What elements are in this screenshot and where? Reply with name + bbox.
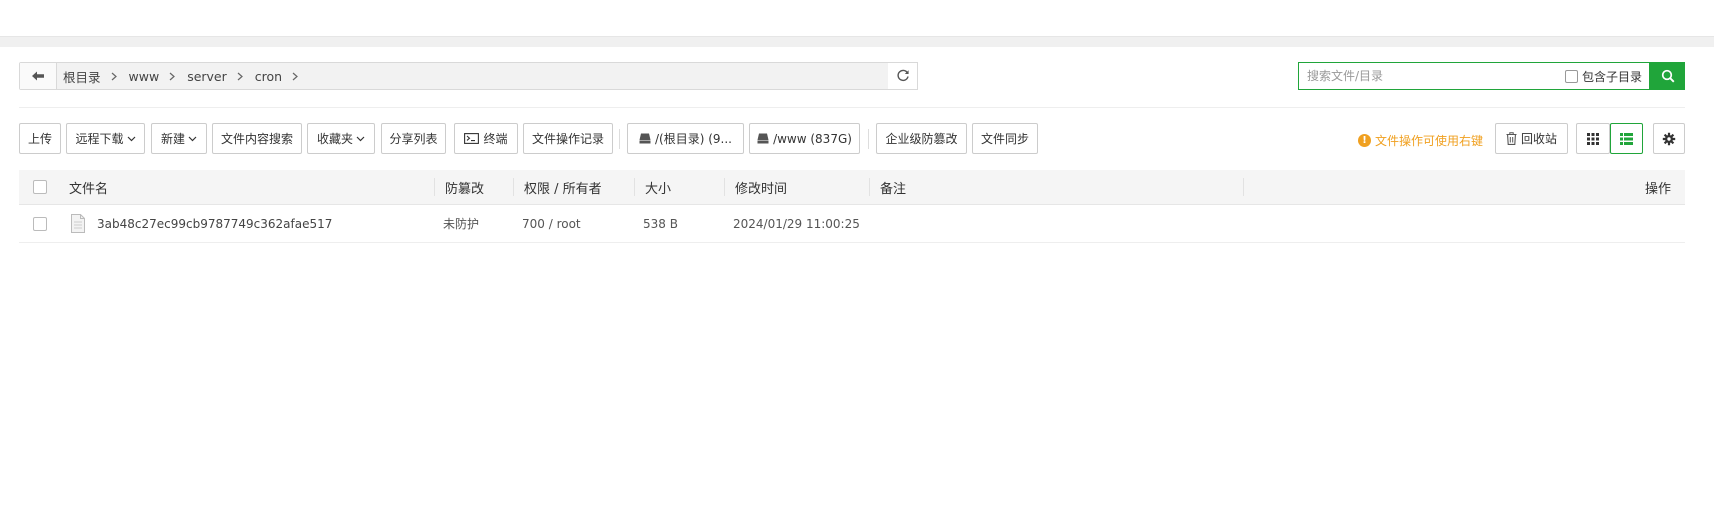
breadcrumb-item-cron[interactable]: cron bbox=[255, 69, 282, 84]
column-divider bbox=[513, 178, 514, 196]
search-button[interactable] bbox=[1650, 62, 1685, 90]
toolbar-divider bbox=[619, 129, 620, 149]
chevron-right-icon bbox=[169, 72, 176, 81]
search-box: 包含子目录 bbox=[1298, 62, 1650, 90]
breadcrumb: 根目录 www server cron bbox=[63, 63, 310, 89]
select-all-checkbox[interactable] bbox=[33, 180, 47, 194]
search-icon bbox=[1661, 69, 1674, 83]
remote-download-button[interactable]: 远程下载 bbox=[66, 123, 145, 154]
upload-button[interactable]: 上传 bbox=[19, 123, 61, 154]
new-label: 新建 bbox=[160, 132, 185, 146]
grid-view-button[interactable] bbox=[1576, 123, 1610, 154]
table-row[interactable]: 3ab48c27ec99cb9787749c362afae517 未防护 700… bbox=[19, 205, 1685, 243]
include-subdir-toggle[interactable]: 包含子目录 bbox=[1565, 63, 1642, 89]
chevron-down-icon bbox=[356, 136, 365, 142]
file-manager-panel: 根目录 www server cron 包含子目录 上传 远程下载 新建 文件内… bbox=[0, 47, 1714, 520]
file-icon bbox=[71, 214, 85, 236]
settings-button[interactable] bbox=[1653, 123, 1685, 154]
share-list-button[interactable]: 分享列表 bbox=[381, 123, 446, 154]
new-button[interactable]: 新建 bbox=[151, 123, 207, 154]
column-divider bbox=[634, 178, 635, 196]
column-divider bbox=[434, 178, 435, 196]
upload-label: 上传 bbox=[27, 132, 52, 146]
file-protect-status[interactable]: 未防护 bbox=[443, 205, 479, 242]
list-icon bbox=[1620, 132, 1633, 145]
recycle-bin-button[interactable]: 回收站 bbox=[1495, 123, 1568, 154]
column-protect[interactable]: 防篡改 bbox=[445, 170, 484, 204]
disk-www-label: /www (837G) bbox=[773, 131, 852, 146]
tamper-proof-button[interactable]: 企业级防篡改 bbox=[876, 123, 967, 154]
column-divider bbox=[869, 178, 870, 196]
recycle-bin-label: 回收站 bbox=[1520, 132, 1557, 146]
chevron-right-icon bbox=[237, 72, 243, 81]
disk-icon bbox=[639, 133, 651, 144]
terminal-label: 终端 bbox=[483, 132, 508, 146]
back-button[interactable] bbox=[20, 63, 57, 89]
terminal-icon bbox=[464, 133, 480, 144]
row-checkbox[interactable] bbox=[33, 217, 47, 231]
file-log-label: 文件操作记录 bbox=[531, 132, 604, 146]
refresh-button[interactable] bbox=[888, 62, 918, 90]
file-log-button[interactable]: 文件操作记录 bbox=[523, 123, 613, 154]
top-bar bbox=[0, 0, 1714, 37]
column-divider bbox=[724, 178, 725, 196]
column-actions: 操作 bbox=[1644, 181, 1671, 197]
search-input[interactable] bbox=[1299, 63, 1577, 89]
path-bar: 根目录 www server cron bbox=[19, 62, 918, 90]
file-table-header: 文件名 防篡改 权限 / 所有者 大小 修改时间 备注 操作 bbox=[19, 170, 1685, 205]
chevron-down-icon bbox=[127, 136, 136, 142]
file-modified-time: 2024/01/29 11:00:25 bbox=[733, 216, 860, 231]
include-subdir-label: 包含子目录 bbox=[1582, 69, 1643, 84]
column-note: 备注 bbox=[880, 181, 907, 197]
file-sync-button[interactable]: 文件同步 bbox=[972, 123, 1038, 154]
arrow-left-icon bbox=[32, 71, 44, 81]
file-name[interactable]: 3ab48c27ec99cb9787749c362afae517 bbox=[97, 205, 332, 242]
context-menu-tip: ! 文件操作可使用右键 bbox=[1358, 132, 1483, 148]
remote-download-label: 远程下载 bbox=[75, 132, 124, 146]
include-subdir-checkbox[interactable] bbox=[1565, 69, 1578, 83]
favorites-label: 收藏夹 bbox=[316, 132, 353, 146]
disk-www-button[interactable]: /www (837G) bbox=[749, 123, 860, 154]
grid-icon bbox=[1587, 132, 1599, 145]
column-name[interactable]: 文件名 bbox=[69, 170, 108, 204]
chevron-down-icon bbox=[188, 136, 197, 142]
content-search-button[interactable]: 文件内容搜索 bbox=[212, 123, 302, 154]
chevron-right-icon[interactable] bbox=[292, 72, 298, 81]
column-divider bbox=[1243, 178, 1244, 196]
breadcrumb-item-www[interactable]: www bbox=[129, 69, 160, 84]
divider bbox=[19, 107, 1685, 108]
breadcrumb-item-server[interactable]: server bbox=[187, 69, 227, 84]
column-permission[interactable]: 权限 / 所有者 bbox=[524, 170, 602, 204]
breadcrumb-item-root[interactable]: 根目录 bbox=[63, 67, 101, 86]
column-size[interactable]: 大小 bbox=[645, 170, 671, 204]
file-size: 538 B bbox=[643, 216, 678, 231]
share-list-label: 分享列表 bbox=[389, 132, 438, 146]
separator-band bbox=[0, 37, 1714, 47]
info-icon: ! bbox=[1358, 133, 1371, 147]
terminal-button[interactable]: 终端 bbox=[454, 123, 518, 154]
column-modified[interactable]: 修改时间 bbox=[735, 170, 787, 204]
trash-icon bbox=[1506, 132, 1517, 145]
list-view-button[interactable] bbox=[1610, 123, 1643, 154]
file-permission[interactable]: 700 / root bbox=[522, 205, 581, 242]
disk-icon bbox=[757, 133, 769, 144]
refresh-icon bbox=[896, 69, 909, 82]
gear-icon bbox=[1662, 132, 1676, 146]
tip-text: 文件操作可使用右键 bbox=[1375, 133, 1484, 148]
disk-root-label: /(根目录) (9... bbox=[655, 132, 732, 146]
favorites-button[interactable]: 收藏夹 bbox=[307, 123, 375, 154]
toolbar-divider bbox=[868, 129, 869, 149]
chevron-right-icon bbox=[111, 72, 117, 81]
disk-root-button[interactable]: /(根目录) (9... bbox=[627, 123, 744, 154]
tamper-proof-label: 企业级防篡改 bbox=[885, 132, 958, 146]
content-search-label: 文件内容搜索 bbox=[220, 132, 293, 146]
file-sync-label: 文件同步 bbox=[980, 132, 1029, 146]
